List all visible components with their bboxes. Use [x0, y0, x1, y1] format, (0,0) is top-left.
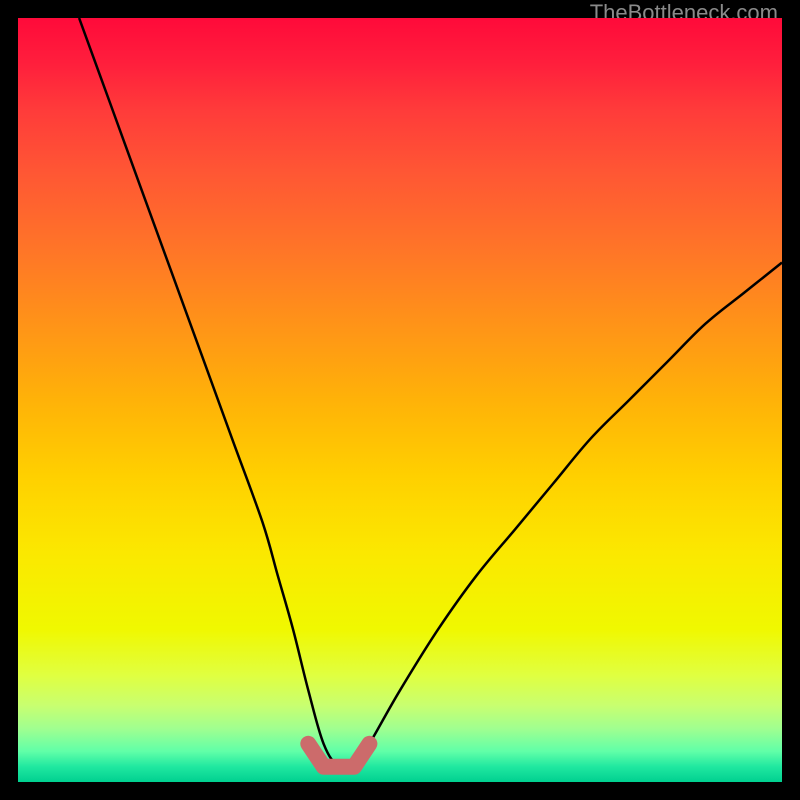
bottleneck-curve-svg	[18, 18, 782, 782]
bottleneck-curve	[79, 18, 782, 770]
plot-area	[18, 18, 782, 782]
bottleneck-marker	[308, 744, 369, 767]
chart-container: TheBottleneck.com	[0, 0, 800, 800]
